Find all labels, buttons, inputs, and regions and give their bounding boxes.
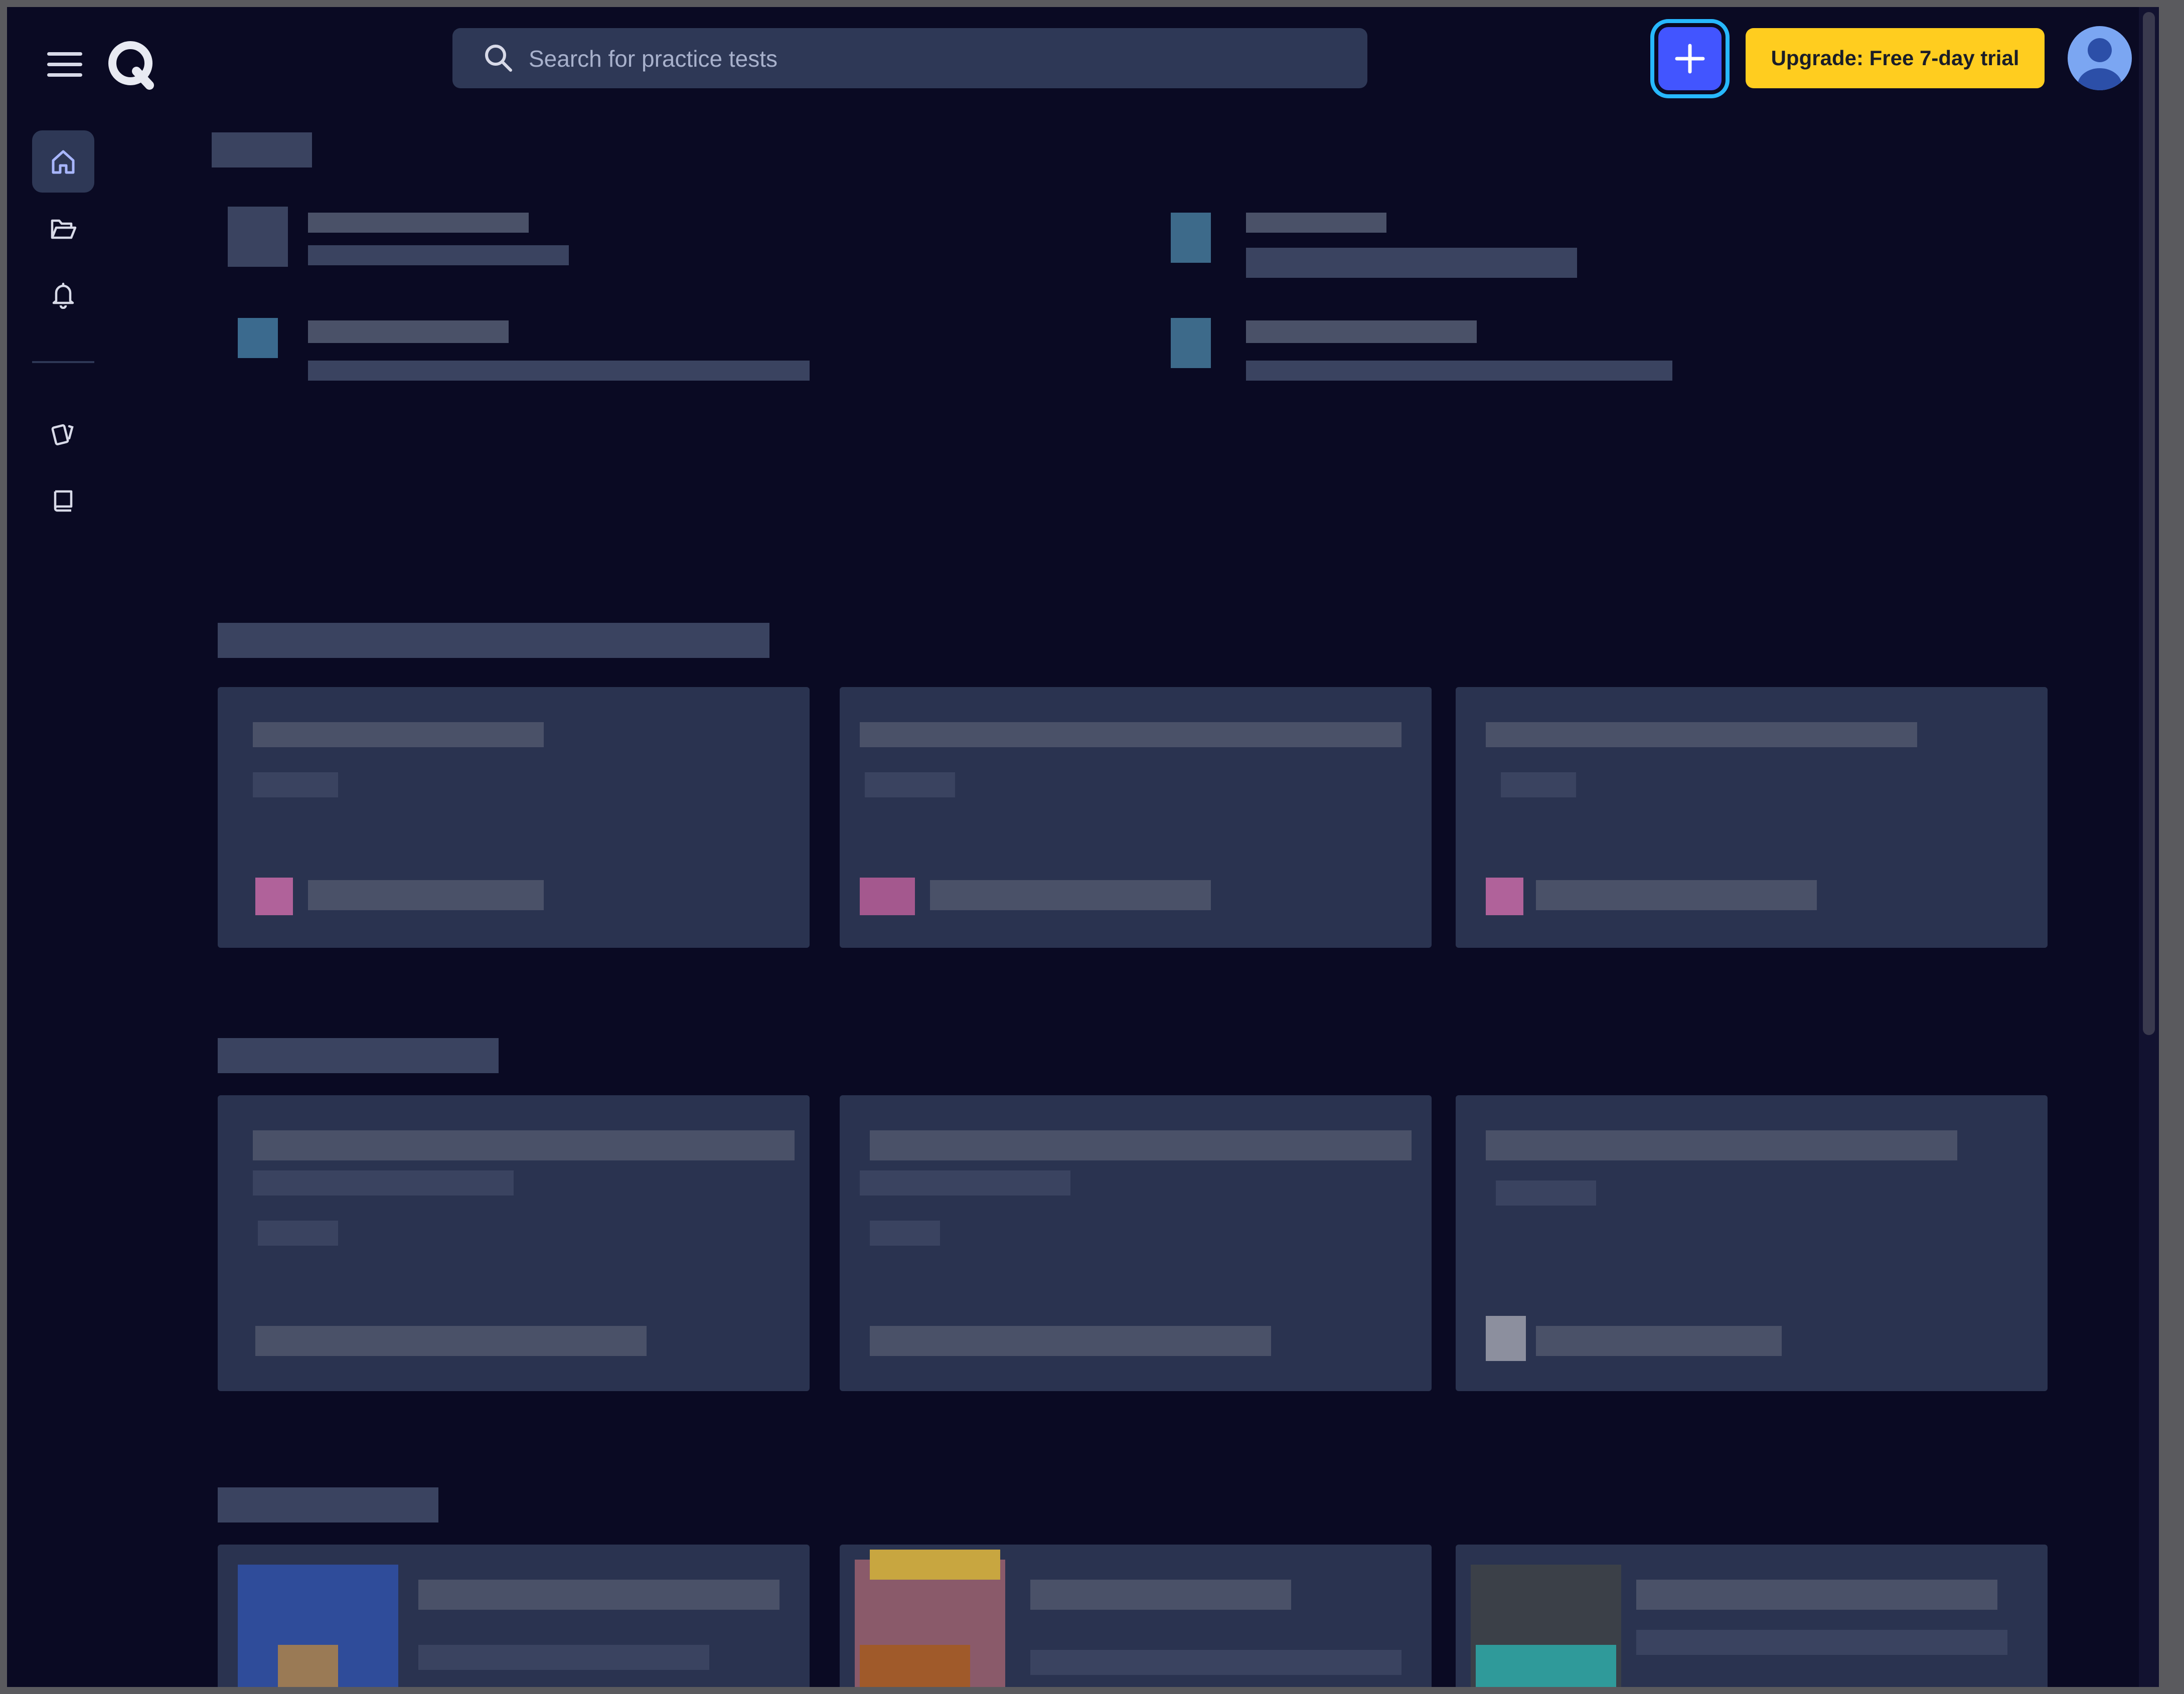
recent-item-thumbnail[interactable] bbox=[1171, 213, 1211, 263]
recent-item-title-placeholder bbox=[1246, 320, 1477, 343]
set-card[interactable] bbox=[840, 1095, 1432, 1391]
recent-item-thumbnail[interactable] bbox=[1171, 318, 1211, 368]
section-heading-placeholder bbox=[218, 1038, 499, 1073]
sidebar-item-home[interactable] bbox=[32, 130, 94, 193]
set-card[interactable] bbox=[218, 1095, 810, 1391]
recent-item-subtitle-placeholder bbox=[308, 245, 569, 265]
scrollbar-thumb[interactable] bbox=[2143, 12, 2155, 1035]
sidebar-item-folders[interactable] bbox=[32, 198, 94, 260]
recent-item-title-placeholder bbox=[1246, 213, 1386, 233]
search-icon bbox=[485, 45, 512, 72]
recent-item-thumbnail[interactable] bbox=[238, 318, 278, 358]
flashcards-icon bbox=[51, 424, 74, 446]
section-heading-placeholder bbox=[212, 132, 312, 167]
sidebar-item-flashcards[interactable] bbox=[32, 403, 94, 465]
home-icon bbox=[52, 150, 75, 174]
recent-item-subtitle-placeholder bbox=[308, 361, 810, 381]
set-card[interactable] bbox=[840, 1545, 1432, 1687]
set-card[interactable] bbox=[218, 687, 810, 948]
book-icon bbox=[54, 490, 73, 512]
recent-item-title-placeholder bbox=[308, 320, 509, 343]
create-button[interactable] bbox=[1658, 27, 1722, 90]
recent-item-subtitle-placeholder bbox=[1246, 248, 1577, 278]
sidebar-item-library[interactable] bbox=[32, 469, 94, 532]
avatar[interactable] bbox=[2068, 26, 2132, 90]
section-heading-placeholder bbox=[218, 623, 769, 658]
sidebar-item-notifications[interactable] bbox=[32, 264, 94, 326]
quizlet-logo[interactable] bbox=[105, 38, 158, 90]
upgrade-button[interactable]: Upgrade: Free 7-day trial bbox=[1746, 28, 2045, 88]
recent-item-subtitle-placeholder bbox=[1246, 361, 1672, 381]
plus-icon bbox=[1675, 44, 1705, 74]
set-card[interactable] bbox=[840, 687, 1432, 948]
sidebar-divider bbox=[32, 361, 94, 363]
set-card[interactable] bbox=[218, 1545, 810, 1687]
menu-icon[interactable] bbox=[47, 52, 82, 77]
folder-icon bbox=[51, 219, 77, 239]
recent-item-title-placeholder bbox=[308, 213, 529, 233]
search-bar[interactable] bbox=[452, 28, 1367, 89]
search-input[interactable] bbox=[528, 28, 1352, 89]
set-card[interactable] bbox=[1456, 1545, 2048, 1687]
set-card[interactable] bbox=[1456, 1095, 2048, 1391]
section-heading-placeholder bbox=[218, 1487, 438, 1522]
bell-icon bbox=[52, 282, 74, 309]
app-window: Upgrade: Free 7-day trial bbox=[7, 7, 2159, 1687]
set-card[interactable] bbox=[1456, 687, 2048, 948]
user-icon bbox=[2078, 38, 2122, 90]
recent-item-thumbnail[interactable] bbox=[228, 207, 288, 267]
scrollbar[interactable] bbox=[2139, 7, 2159, 1687]
